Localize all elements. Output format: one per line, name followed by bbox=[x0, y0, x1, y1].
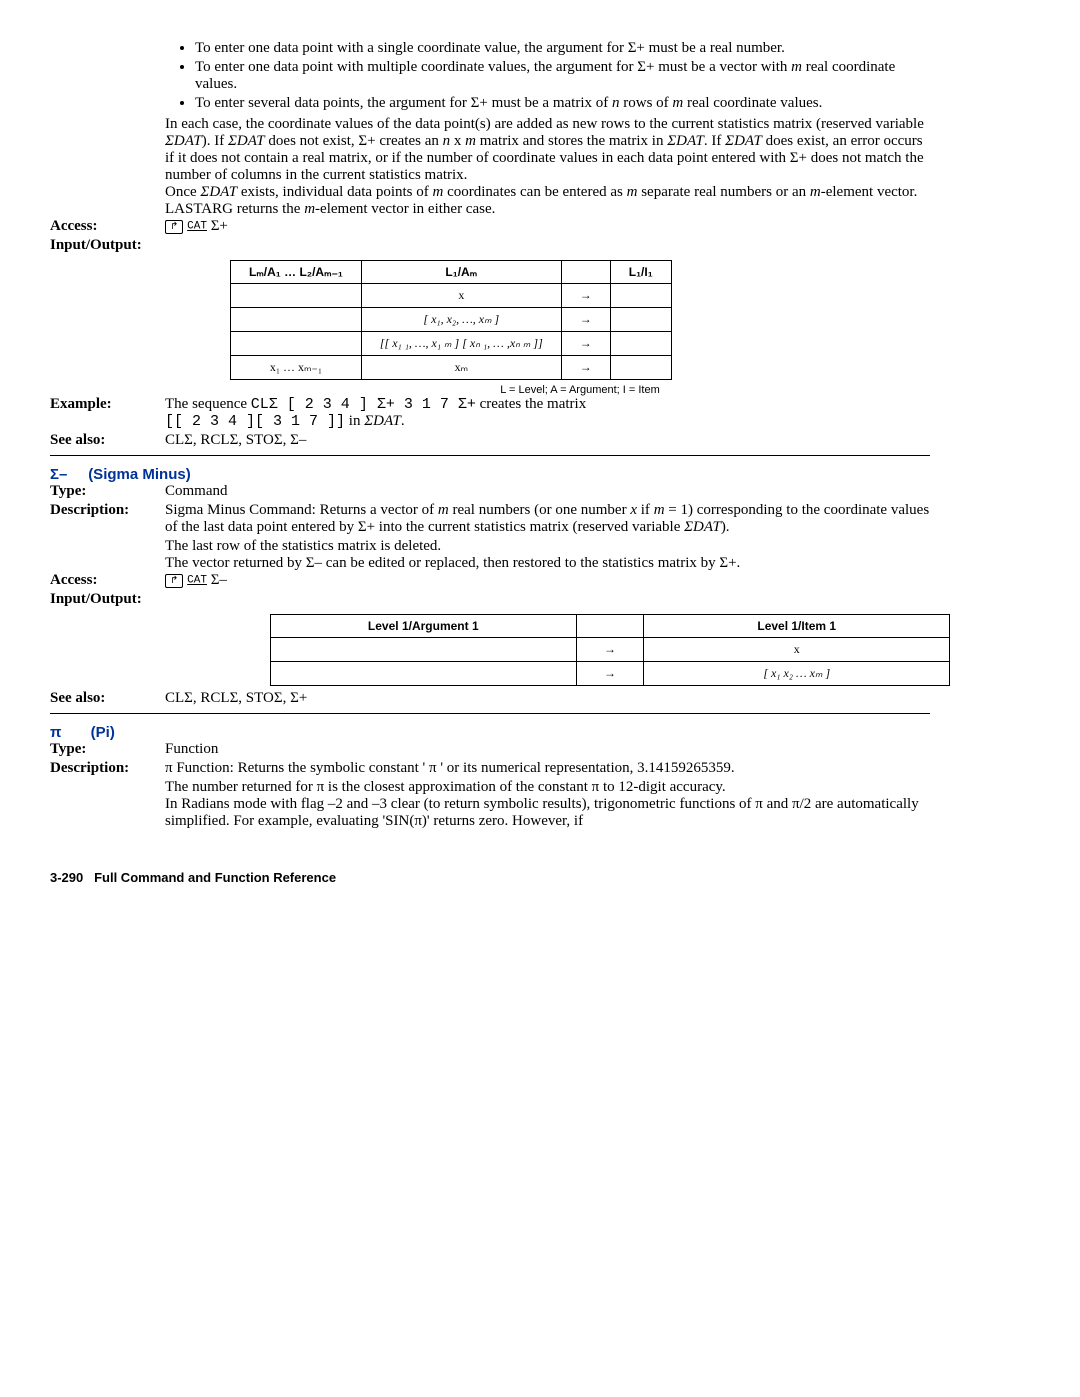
desc-value: Sigma Minus Command: Returns a vector of… bbox=[165, 502, 930, 536]
example-row: Example: The sequence CLΣ [ 2 3 4 ] Σ+ 3… bbox=[50, 396, 930, 430]
title-name: (Sigma Minus) bbox=[88, 466, 191, 483]
page-number: 3-290 bbox=[50, 870, 83, 885]
type-value: Command bbox=[165, 483, 930, 500]
sigma-plus-para1: In each case, the coordinate values of t… bbox=[165, 116, 930, 184]
shift-key-icon: ↱ bbox=[165, 220, 183, 234]
table-cell: x₁ … xₘ₋₁ bbox=[231, 356, 362, 380]
bullet-item: To enter one data point with multiple co… bbox=[195, 59, 930, 93]
io-row: Input/Output: bbox=[50, 591, 930, 608]
sigma-plus-io-table: Lₘ/A₁ … L₂/Aₘ₋₁ L₁/Aₘ L₁/I₁ x → [ x₁, x₂… bbox=[230, 260, 672, 380]
shift-key-icon: ↱ bbox=[165, 574, 183, 588]
divider bbox=[50, 455, 930, 456]
footer-title: Full Command and Function Reference bbox=[94, 870, 336, 885]
table-cell bbox=[610, 308, 671, 332]
table-cell: → bbox=[576, 662, 644, 686]
example-code: [[ 2 3 4 ][ 3 1 7 ]] bbox=[165, 413, 345, 430]
desc-row: Description: π Function: Returns the sym… bbox=[50, 760, 930, 777]
seealso-row: See also: CLΣ, RCLΣ, STOΣ, Σ– bbox=[50, 432, 930, 449]
sigma-minus-table-wrap: Level 1/Argument 1 Level 1/Item 1 → x → … bbox=[270, 614, 930, 686]
sigma-plus-table-wrap: Lₘ/A₁ … L₂/Aₘ₋₁ L₁/Aₘ L₁/I₁ x → [ x₁, x₂… bbox=[230, 260, 930, 396]
table-cell bbox=[610, 356, 671, 380]
io-label: Input/Output: bbox=[50, 237, 165, 254]
table-cell bbox=[271, 638, 577, 662]
title-symbol: Σ– bbox=[50, 466, 67, 483]
example-text: in ΣDAT. bbox=[345, 413, 405, 429]
table-cell: [[ x₁ ₁, …, x₁ ₘ ] [ xₙ ₁, … ,xₙ ₘ ]] bbox=[361, 332, 561, 356]
sigma-minus-desc2: The last row of the statistics matrix is… bbox=[165, 538, 930, 555]
type-row: Type: Command bbox=[50, 483, 930, 500]
pi-title: π (Pi) bbox=[50, 724, 930, 741]
table-header: L₁/I₁ bbox=[610, 261, 671, 284]
table-cell: → bbox=[561, 356, 610, 380]
table-cell bbox=[610, 332, 671, 356]
access-value: ↱ CAT Σ– bbox=[165, 572, 930, 589]
table-cell: xₘ bbox=[361, 356, 561, 380]
table-header bbox=[576, 615, 644, 638]
table-cell bbox=[231, 332, 362, 356]
sigma-plus-content: To enter one data point with a single co… bbox=[165, 40, 930, 218]
example-value: The sequence CLΣ [ 2 3 4 ] Σ+ 3 1 7 Σ+ c… bbox=[165, 396, 930, 430]
access-suffix: Σ+ bbox=[211, 218, 228, 234]
table-header: Lₘ/A₁ … L₂/Aₘ₋₁ bbox=[231, 261, 362, 284]
table-cell bbox=[610, 284, 671, 308]
type-row: Type: Function bbox=[50, 741, 930, 758]
access-label: Access: bbox=[50, 218, 165, 235]
table-cell: → bbox=[576, 638, 644, 662]
table-cell: x bbox=[644, 638, 950, 662]
table-header: Level 1/Argument 1 bbox=[271, 615, 577, 638]
table-cell: → bbox=[561, 284, 610, 308]
table-cell: → bbox=[561, 308, 610, 332]
table-caption: L = Level; A = Argument; I = Item bbox=[230, 384, 930, 396]
desc-value: π Function: Returns the symbolic constan… bbox=[165, 760, 930, 777]
table-cell: [ x₁ x₂ … xₘ ] bbox=[644, 662, 950, 686]
desc-row: Description: Sigma Minus Command: Return… bbox=[50, 502, 930, 536]
title-name: (Pi) bbox=[91, 724, 115, 741]
page-footer: 3-290 Full Command and Function Referenc… bbox=[50, 870, 930, 885]
table-header: Level 1/Item 1 bbox=[644, 615, 950, 638]
table-cell bbox=[231, 284, 362, 308]
access-label: Access: bbox=[50, 572, 165, 589]
sigma-minus-io-table: Level 1/Argument 1 Level 1/Item 1 → x → … bbox=[270, 614, 950, 686]
sigma-minus-title: Σ– (Sigma Minus) bbox=[50, 466, 930, 483]
example-code: CLΣ [ 2 3 4 ] Σ+ 3 1 7 Σ+ bbox=[251, 396, 476, 413]
access-suffix: Σ– bbox=[211, 572, 227, 588]
desc-label: Description: bbox=[50, 502, 165, 536]
sigma-minus-desc3: The vector returned by Σ– can be edited … bbox=[165, 555, 930, 572]
io-label: Input/Output: bbox=[50, 591, 165, 608]
access-row: Access: ↱ CAT Σ+ bbox=[50, 218, 930, 235]
access-row: Access: ↱ CAT Σ– bbox=[50, 572, 930, 589]
example-label: Example: bbox=[50, 396, 165, 430]
table-cell: → bbox=[561, 332, 610, 356]
type-label: Type: bbox=[50, 483, 165, 500]
io-row: Input/Output: bbox=[50, 237, 930, 254]
title-symbol: π bbox=[50, 724, 61, 741]
seealso-label: See also: bbox=[50, 690, 165, 707]
access-value: ↱ CAT Σ+ bbox=[165, 218, 930, 235]
table-header bbox=[561, 261, 610, 284]
example-text: The sequence bbox=[165, 396, 251, 412]
seealso-row: See also: CLΣ, RCLΣ, STOΣ, Σ+ bbox=[50, 690, 930, 707]
cat-label: CAT bbox=[187, 575, 207, 587]
sigma-plus-bullets: To enter one data point with a single co… bbox=[165, 40, 930, 112]
table-cell bbox=[271, 662, 577, 686]
bullet-item: To enter several data points, the argume… bbox=[195, 95, 930, 112]
table-cell bbox=[231, 308, 362, 332]
pi-desc3: In Radians mode with flag –2 and –3 clea… bbox=[165, 796, 930, 830]
table-cell: x bbox=[361, 284, 561, 308]
table-header: L₁/Aₘ bbox=[361, 261, 561, 284]
bullet-item: To enter one data point with a single co… bbox=[195, 40, 930, 57]
seealso-label: See also: bbox=[50, 432, 165, 449]
table-cell: [ x₁, x₂, …, xₘ ] bbox=[361, 308, 561, 332]
seealso-value: CLΣ, RCLΣ, STOΣ, Σ+ bbox=[165, 690, 930, 707]
sigma-plus-para2: Once ΣDAT exists, individual data points… bbox=[165, 184, 930, 218]
cat-label: CAT bbox=[187, 221, 207, 233]
type-value: Function bbox=[165, 741, 930, 758]
seealso-value: CLΣ, RCLΣ, STOΣ, Σ– bbox=[165, 432, 930, 449]
desc-label: Description: bbox=[50, 760, 165, 777]
type-label: Type: bbox=[50, 741, 165, 758]
example-text: creates the matrix bbox=[476, 396, 586, 412]
pi-desc2: The number returned for π is the closest… bbox=[165, 779, 930, 796]
divider bbox=[50, 713, 930, 714]
